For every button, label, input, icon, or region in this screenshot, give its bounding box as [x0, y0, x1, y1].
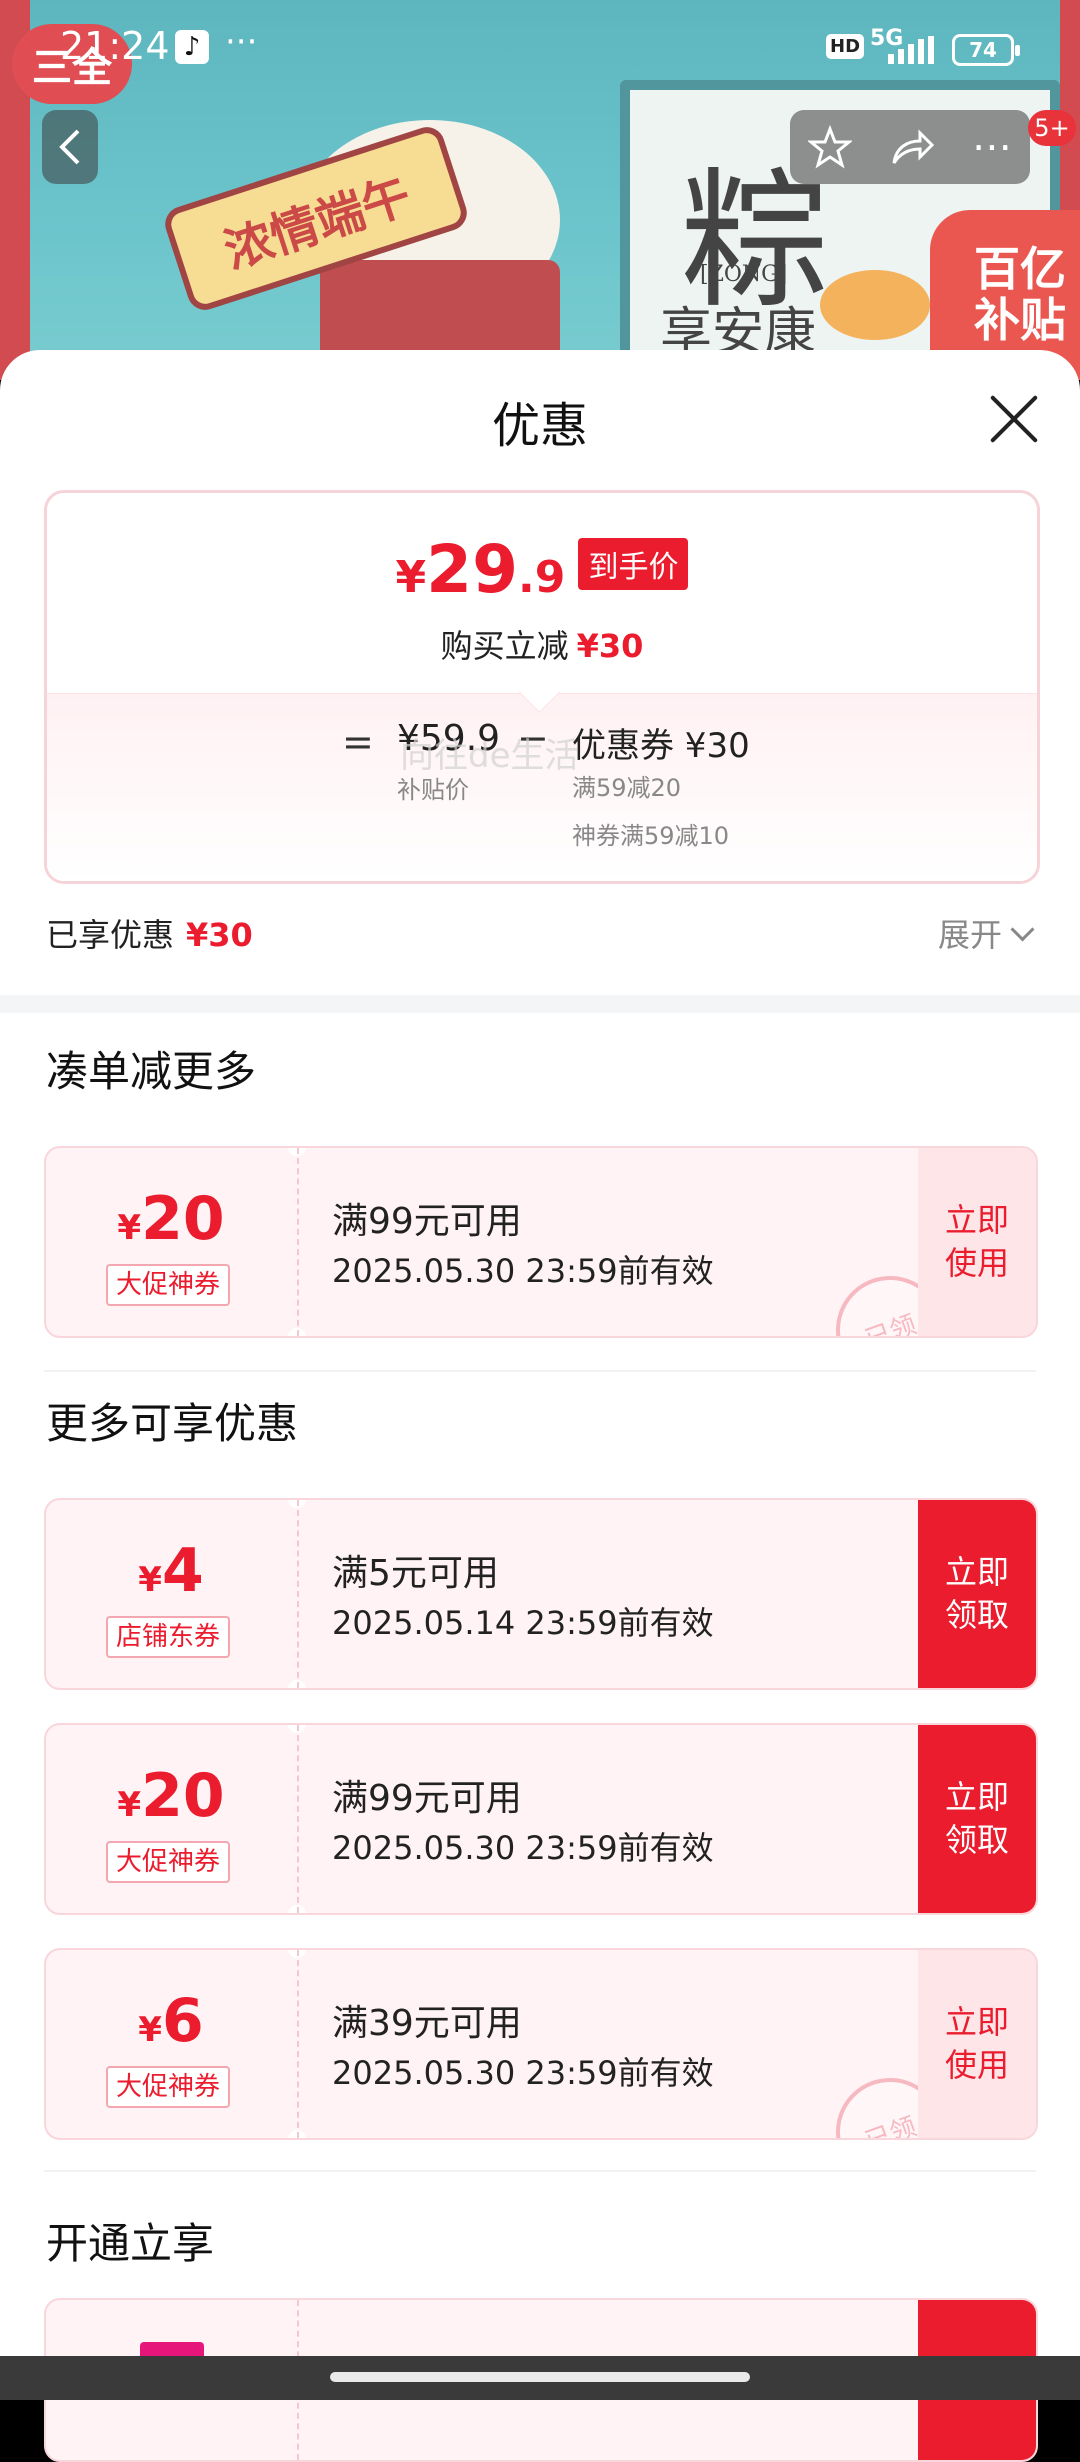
claim-now-button[interactable]: 立即 领取: [918, 1500, 1036, 1688]
more-menu-icon[interactable]: ⋯: [972, 124, 1012, 170]
coupon-type: 大促神券: [106, 1841, 231, 1883]
coupon-type: 大促神券: [106, 2066, 231, 2108]
final-price-line: ¥29.9 到手价: [47, 531, 1037, 608]
coupon-separator: [297, 1725, 299, 1913]
watermark: 向往de生活: [400, 736, 579, 776]
coupon-type: 店铺东券: [106, 1616, 231, 1658]
home-indicator[interactable]: [330, 2372, 750, 2382]
action-line-1: 立即: [944, 1552, 1009, 1591]
chevron-down-icon: [1010, 917, 1035, 942]
star-icon[interactable]: [808, 125, 852, 169]
action-line-1: 立即: [944, 1200, 1009, 1239]
action-line-2: 领取: [944, 1596, 1009, 1634]
action-line-2: 领取: [944, 1821, 1009, 1859]
section-title-more-offers: 更多可享优惠: [46, 1399, 299, 1448]
final-price: ¥29.9: [396, 531, 566, 608]
coupon-card: ¥6 大促神券 满39元可用 2025.05.30 23:59前有效 已领 立即…: [44, 1948, 1038, 2140]
reduce-label: 购买立减: [440, 627, 569, 665]
nav-action-group: ⋯: [790, 110, 1030, 184]
coupon-validity: 2025.05.30 23:59前有效: [332, 2054, 714, 2092]
coupon-condition: 满99元可用: [332, 1201, 522, 1242]
coupon-card: ¥20 大促神券 满99元可用 2025.05.30 23:59前有效 已领 立…: [44, 1146, 1038, 1338]
chevron-left-icon: [59, 129, 80, 165]
status-bar: 21:24 ♪ ··· HD 5G 74: [0, 0, 1080, 100]
sheet-title: 优惠: [491, 398, 588, 454]
coupon-amount: ¥20: [46, 1761, 296, 1831]
share-icon[interactable]: [888, 127, 936, 167]
coupon-condition: 满5元可用: [332, 1553, 499, 1594]
coupon-amount: ¥6: [46, 1986, 296, 2056]
cart-count-badge: 5+: [1028, 110, 1076, 146]
price-card: ¥29.9 到手价 购买立减 ¥30 = ¥59.9 补贴价 − 优惠券 ¥30 …: [44, 490, 1040, 884]
coupon-left: ¥4 店铺东券: [46, 1500, 296, 1688]
coupon-value: 4: [161, 1536, 204, 1606]
use-now-button[interactable]: 立即 使用: [918, 1148, 1036, 1336]
coupon-validity: 2025.05.30 23:59前有效: [332, 1829, 714, 1867]
coupon-value: 20: [141, 1184, 225, 1254]
section-title-more-discount: 凑单减更多: [46, 1047, 257, 1096]
coupon-amount: ¥20: [46, 1184, 296, 1254]
coupon-left: ¥20 大促神券: [46, 1148, 296, 1336]
equals-sign: =: [342, 720, 374, 764]
action-line-1: 立即: [944, 1777, 1009, 1816]
reduce-line: 购买立减 ¥30: [47, 621, 1037, 667]
coupon-separator: [297, 1148, 299, 1336]
section-title-open-enjoy: 开通立享: [46, 2219, 215, 2268]
coupon-detail-1: 满59减20: [572, 774, 682, 802]
hd-icon: HD: [826, 34, 865, 59]
coupon-value: 6: [161, 1986, 204, 2056]
status-more-dots: ···: [225, 22, 258, 62]
section-divider: [0, 995, 1080, 1013]
divider: [44, 2170, 1036, 2172]
use-now-button[interactable]: 立即 使用: [918, 1950, 1036, 2138]
coupon-amount: ¥4: [46, 1536, 296, 1606]
signal-icon: [888, 36, 934, 64]
final-price-currency: ¥: [395, 552, 427, 603]
price-breakdown: = ¥59.9 补贴价 − 优惠券 ¥30 满59减20 神券满59减10: [47, 671, 1037, 881]
enjoyed-label: 已享优惠: [46, 916, 175, 954]
coupon-condition: 满39元可用: [332, 2003, 522, 2044]
tiktok-icon: ♪: [175, 30, 209, 64]
coupon-left: ¥20 大促神券: [46, 1725, 296, 1913]
close-icon[interactable]: [986, 392, 1042, 448]
reduce-amount: ¥30: [576, 627, 644, 665]
back-button[interactable]: [42, 110, 98, 184]
coupon-currency: ¥: [117, 1208, 142, 1248]
coupon-validity: 2025.05.14 23:59前有效: [332, 1604, 714, 1642]
final-price-int: 29: [426, 531, 519, 608]
action-line-1: 立即: [944, 2002, 1009, 2041]
final-price-dec: .9: [518, 552, 566, 603]
coupon-value: 20: [141, 1761, 225, 1831]
price-top: ¥29.9 到手价 购买立减 ¥30: [47, 493, 1037, 693]
coupon-separator: [297, 1500, 299, 1688]
coupon-card: ¥20 大促神券 满99元可用 2025.05.30 23:59前有效 立即领取: [44, 1723, 1038, 1915]
coupon-currency: ¥: [138, 2010, 162, 2050]
battery-icon: 74: [952, 34, 1020, 66]
final-price-tag: 到手价: [578, 537, 689, 590]
coupon-separator: [297, 1950, 299, 2138]
expand-button[interactable]: 展开: [938, 910, 1035, 956]
discount-sheet: 优惠 ¥29.9 到手价 购买立减 ¥30 = ¥59.9 补贴价 − 优惠券 ¥…: [0, 350, 1080, 2360]
coupon-left: ¥6 大促神券: [46, 1950, 296, 2138]
coupon-type: 大促神券: [106, 1264, 231, 1306]
claim-now-button[interactable]: 立即 领取: [918, 1725, 1036, 1913]
action-line-2: 使用: [944, 1244, 1009, 1282]
status-time: 21:24: [60, 24, 170, 68]
coupon-validity: 2025.05.30 23:59前有效: [332, 1252, 714, 1290]
enjoyed-amount: ¥30: [186, 916, 253, 954]
action-line-2: 使用: [944, 2046, 1009, 2084]
coupon-card: ¥4 店铺东券 满5元可用 2025.05.14 23:59前有效 立即领取: [44, 1498, 1038, 1690]
enjoyed-discount: 已享优惠 ¥30: [46, 910, 253, 956]
expand-label: 展开: [938, 916, 1003, 954]
coupon-condition: 满99元可用: [332, 1778, 522, 1819]
coupon-currency: ¥: [138, 1560, 162, 1600]
coupon-currency: ¥: [117, 1785, 142, 1825]
divider: [44, 1370, 1036, 1372]
coupon-total: 优惠券 ¥30: [572, 726, 750, 766]
coupon-detail-2: 神券满59减10: [572, 822, 730, 850]
